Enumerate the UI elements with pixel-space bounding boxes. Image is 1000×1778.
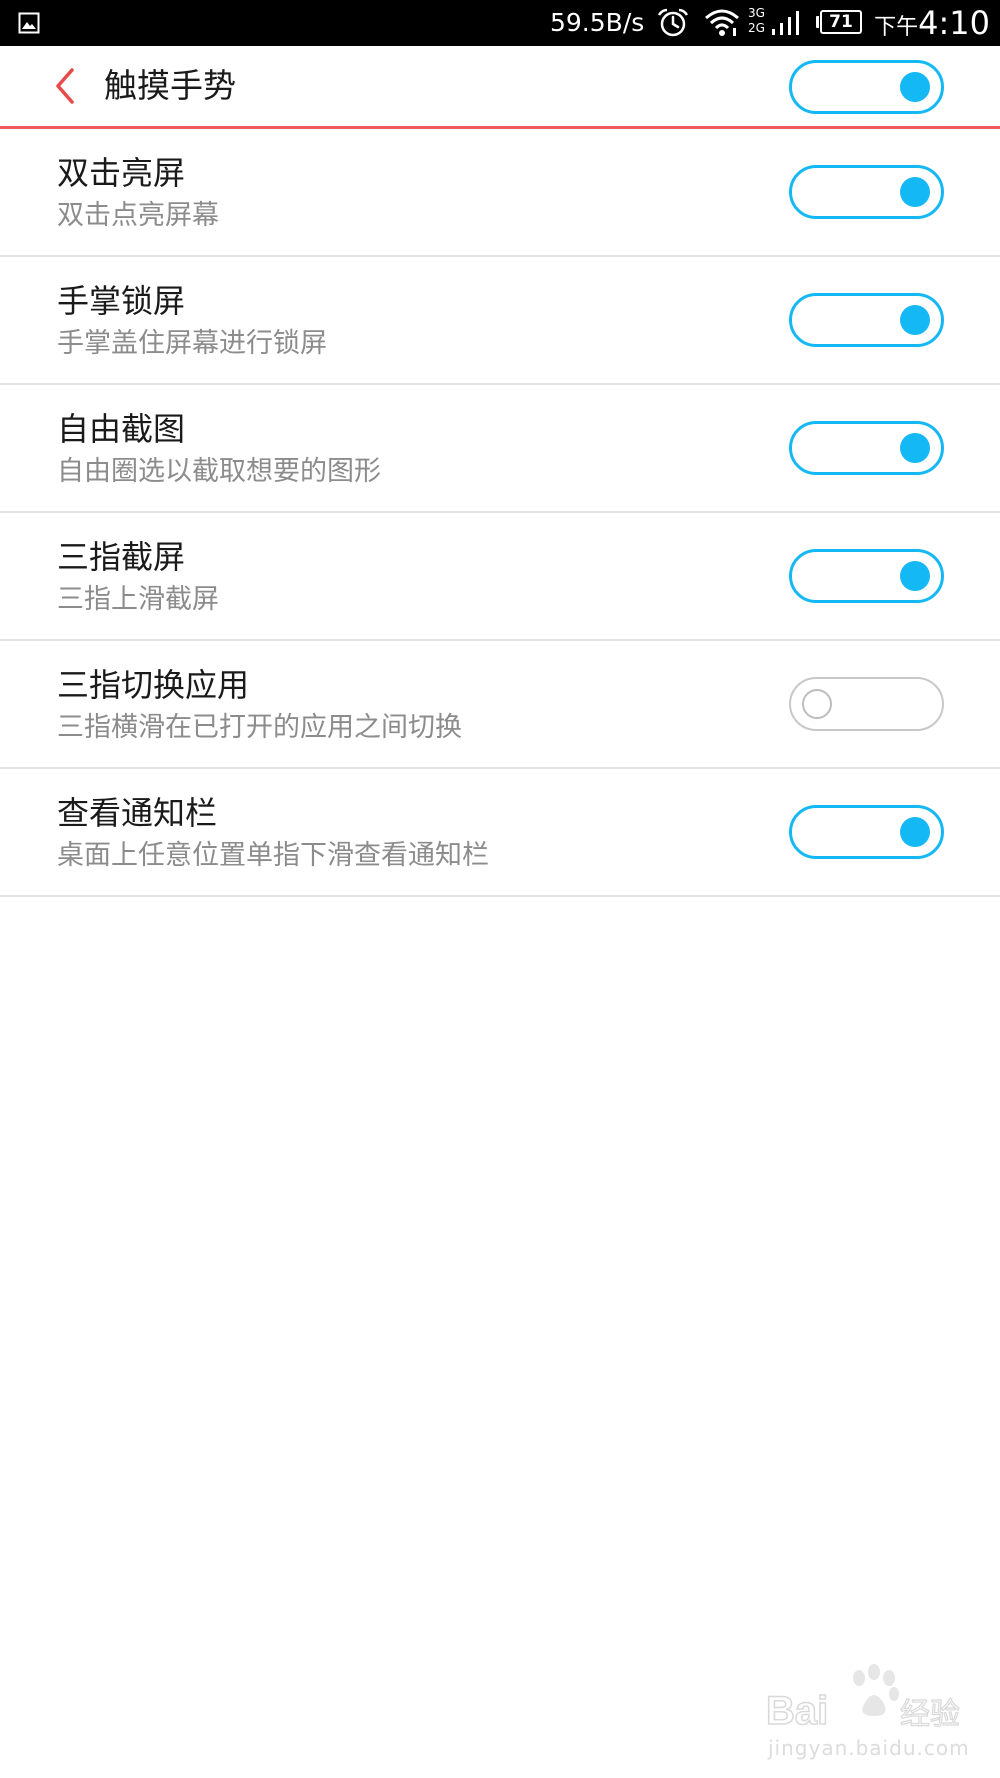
toggle-knob bbox=[900, 817, 930, 847]
setting-palm-lock[interactable]: 手掌锁屏 手掌盖住屏幕进行锁屏 bbox=[0, 257, 1000, 385]
toggle-knob bbox=[900, 433, 930, 463]
three-finger-screenshot-toggle[interactable] bbox=[789, 549, 944, 603]
watermark-url: jingyan.baidu.com bbox=[768, 1736, 970, 1760]
setting-title: 自由截图 bbox=[57, 410, 186, 448]
setting-title: 手掌锁屏 bbox=[57, 282, 186, 320]
free-screenshot-toggle[interactable] bbox=[789, 421, 944, 475]
network-type-3g: 3G bbox=[748, 6, 765, 20]
setting-subtitle: 双击点亮屏幕 bbox=[57, 200, 219, 231]
back-arrow-icon[interactable] bbox=[44, 62, 84, 110]
setting-three-finger-switch-app[interactable]: 三指切换应用 三指横滑在已打开的应用之间切换 bbox=[0, 641, 1000, 769]
toggle-knob bbox=[900, 305, 930, 335]
battery-level: 71 bbox=[820, 10, 862, 34]
setting-title: 三指切换应用 bbox=[57, 666, 250, 704]
setting-subtitle: 桌面上任意位置单指下滑查看通知栏 bbox=[57, 840, 489, 871]
setting-double-tap-wake[interactable]: 双击亮屏 双击点亮屏幕 bbox=[0, 129, 1000, 257]
setting-subtitle: 手掌盖住屏幕进行锁屏 bbox=[57, 328, 327, 359]
setting-free-screenshot[interactable]: 自由截图 自由圈选以截取想要的图形 bbox=[0, 385, 1000, 513]
battery-tip bbox=[816, 16, 819, 28]
wifi-icon bbox=[705, 9, 739, 36]
baidu-watermark: Bai 经验 jingyan.baidu.com bbox=[764, 1664, 969, 1764]
setting-view-notification-bar[interactable]: 查看通知栏 桌面上任意位置单指下滑查看通知栏 bbox=[0, 769, 1000, 897]
view-notification-bar-toggle[interactable] bbox=[789, 805, 944, 859]
status-bar: 59.5B/s 3G 2G 71 下午4:10 bbox=[0, 0, 1000, 46]
baidu-jingyan-logo: Bai 经验 bbox=[765, 1664, 961, 1734]
setting-subtitle: 三指横滑在已打开的应用之间切换 bbox=[57, 712, 462, 743]
app-header: 触摸手势 bbox=[0, 46, 1000, 129]
setting-subtitle: 自由圈选以截取想要的图形 bbox=[57, 456, 381, 487]
setting-three-finger-screenshot[interactable]: 三指截屏 三指上滑截屏 bbox=[0, 513, 1000, 641]
svg-text:Bai: Bai bbox=[766, 1689, 828, 1733]
palm-lock-toggle[interactable] bbox=[789, 293, 944, 347]
setting-title: 查看通知栏 bbox=[57, 794, 218, 832]
signal-icon bbox=[772, 11, 799, 35]
clock-ampm: 下午 bbox=[874, 15, 919, 40]
clock-time: 4:10 bbox=[918, 4, 990, 42]
page-title: 触摸手势 bbox=[104, 66, 236, 105]
toggle-knob bbox=[900, 561, 930, 591]
network-speed: 59.5B/s bbox=[550, 8, 645, 37]
three-finger-switch-app-toggle[interactable] bbox=[789, 677, 944, 731]
double-tap-wake-toggle[interactable] bbox=[789, 165, 944, 219]
network-type-2g: 2G bbox=[748, 21, 765, 35]
master-toggle[interactable] bbox=[789, 60, 944, 114]
gallery-icon bbox=[18, 12, 40, 34]
toggle-knob bbox=[802, 689, 832, 719]
setting-title: 双击亮屏 bbox=[57, 154, 186, 192]
svg-text:经验: 经验 bbox=[900, 1697, 960, 1732]
alarm-icon bbox=[657, 8, 689, 37]
settings-list: 双击亮屏 双击点亮屏幕 手掌锁屏 手掌盖住屏幕进行锁屏 自由截图 自由圈选以截取… bbox=[0, 129, 1000, 897]
setting-subtitle: 三指上滑截屏 bbox=[57, 584, 219, 615]
network-type-label: 3G 2G bbox=[748, 6, 768, 36]
battery-indicator: 71 bbox=[816, 10, 862, 34]
toggle-knob bbox=[900, 177, 930, 207]
toggle-knob bbox=[900, 72, 930, 102]
setting-title: 三指截屏 bbox=[57, 538, 186, 576]
clock: 下午4:10 bbox=[874, 4, 990, 42]
